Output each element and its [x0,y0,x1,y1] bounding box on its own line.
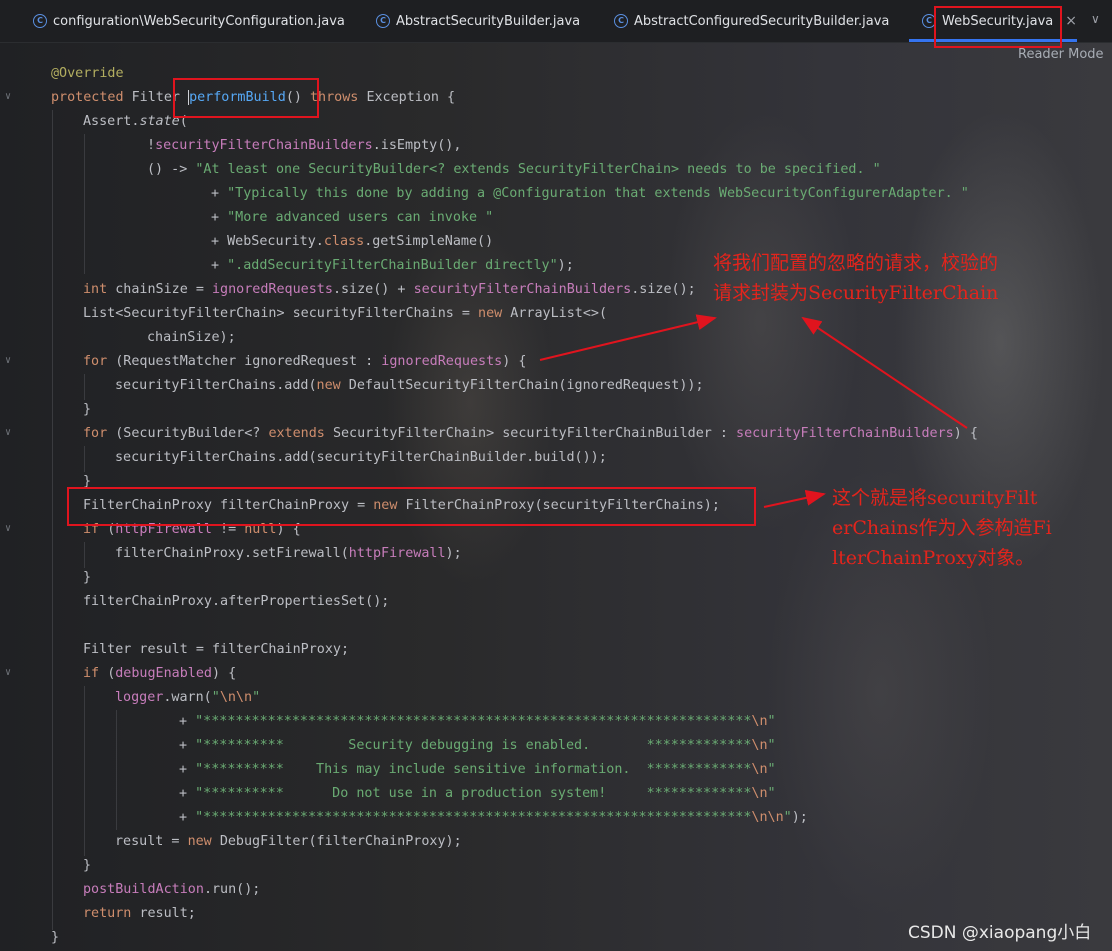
arrow-filter-chain-builders [801,316,968,429]
arrow-ignored-requests [539,314,717,361]
annotation-note-1: 将我们配置的忽略的请求，校验的 请求封装为SecurityFilterChain [713,252,999,304]
arrow-filterchainproxy [763,489,826,508]
annotation-arrows [539,314,968,508]
watermark: CSDN @xiaopang小白 [908,923,1092,943]
annotation-note-2: 这个就是将securityFilt erChains作为入参构造Fi lterC… [832,487,1052,569]
